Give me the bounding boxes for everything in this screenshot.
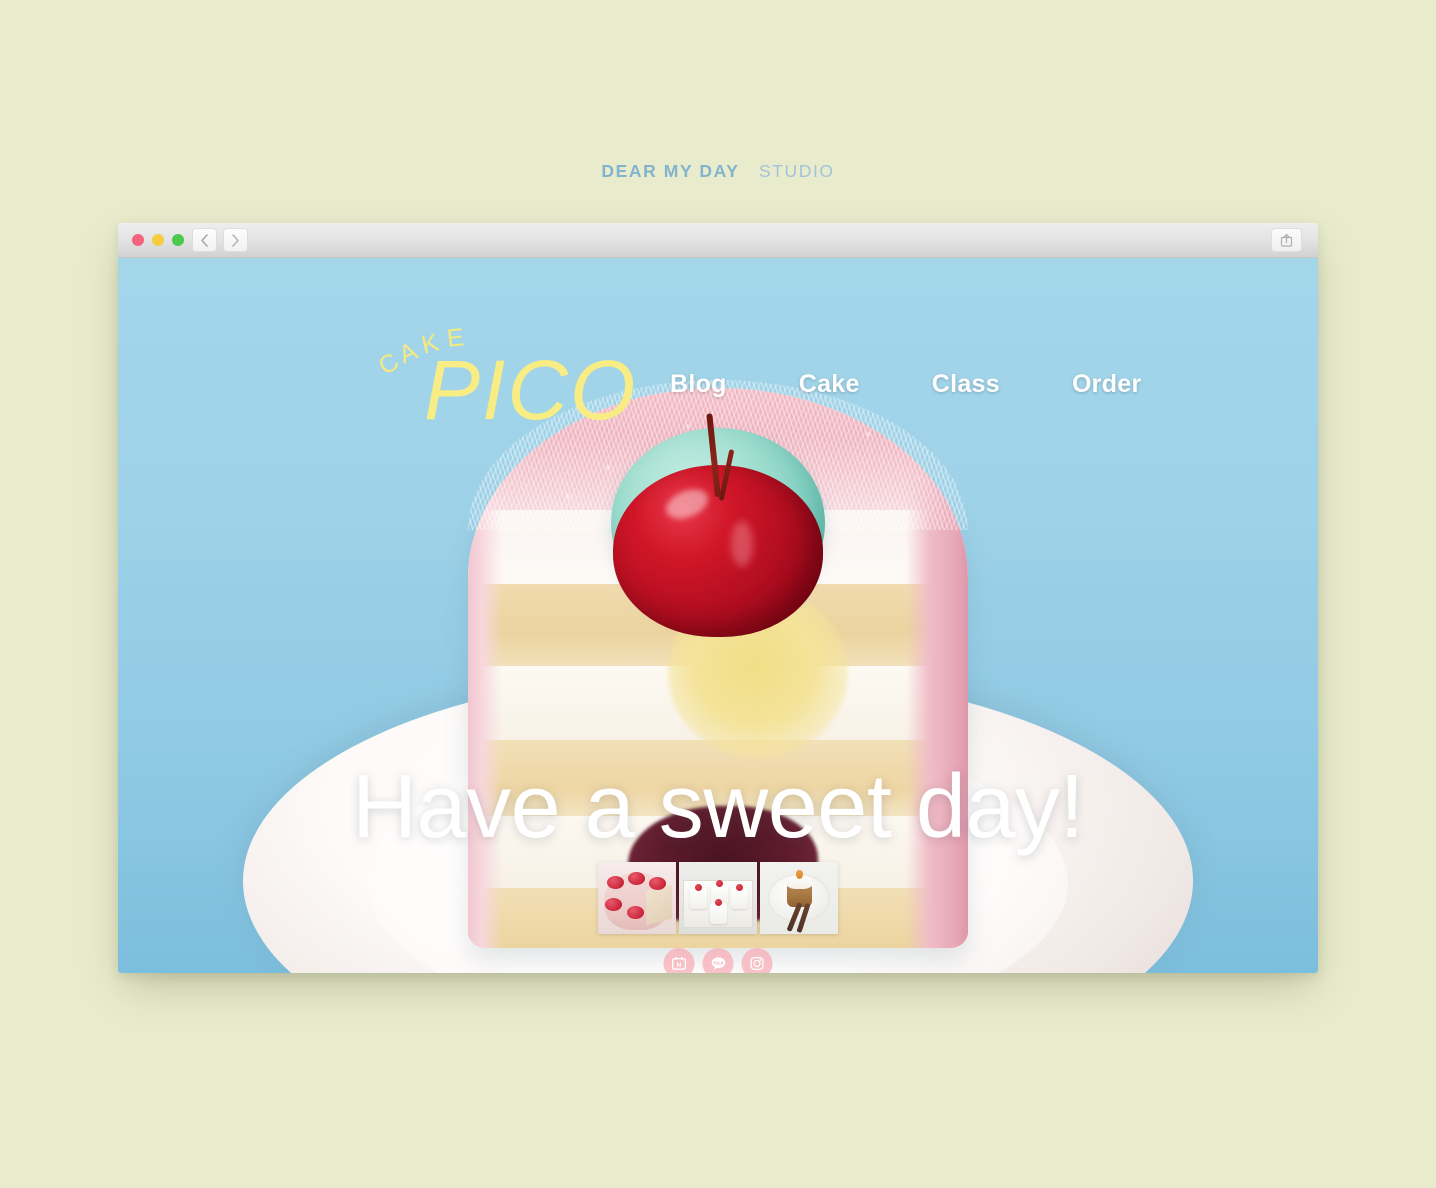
browser-window: C A K E PICO Blog Cake Class Order Have … [118,223,1318,973]
minimize-button[interactable] [152,234,164,246]
carrot-decoration [796,870,803,879]
instagram-button[interactable] [741,948,773,973]
mini-cherry-4 [715,899,722,906]
studio-header-bold: DEAR MY DAY [601,161,740,181]
share-icon [1280,233,1293,247]
traffic-lights [132,234,184,246]
instagram-icon [750,956,764,971]
cherry-highlight [661,483,713,525]
thumbnail-carrot-cupcake[interactable] [760,862,838,934]
kakaotalk-icon: TALK [711,957,725,970]
mini-cake-3 [731,888,748,909]
studio-header-light: STUDIO [758,161,835,181]
cherry-stem-lower [718,449,735,501]
mini-cherry-2 [716,880,723,887]
nav-item-order[interactable]: Order [1072,370,1142,399]
maximize-button[interactable] [172,234,184,246]
social-links: N TALK [663,948,773,973]
studio-header: DEAR MY DAY STUDIO [0,161,1436,182]
mini-cherry-1 [695,884,702,891]
close-button[interactable] [132,234,144,246]
page-canvas: DEAR MY DAY STUDIO C A K E PICO Blog Cak… [0,0,1436,1188]
hero-headline: Have a sweet day! [352,757,1084,857]
naver-blog-button[interactable]: N [663,948,695,973]
mini-cherry-3 [736,884,743,891]
cherry-highlight-secondary [731,521,753,567]
site-hero: C A K E PICO Blog Cake Class Order Have … [118,258,1318,973]
nav-item-blog[interactable]: Blog [670,370,727,399]
strawberry-4 [605,898,622,911]
logo-pico-text: PICO [424,343,638,437]
thumbnail-gallery [598,862,838,934]
mini-cake-1 [690,888,707,909]
back-button[interactable] [192,228,217,252]
kakaotalk-button[interactable]: TALK [702,948,734,973]
strawberry-3 [649,877,666,890]
site-navigation: Blog Cake Class Order [670,370,1142,399]
forward-icon [232,233,239,247]
strawberry-5 [627,906,644,919]
strawberry-2 [628,872,645,885]
strawberry-1 [607,876,624,889]
forward-button[interactable] [223,228,248,252]
back-icon [201,233,208,247]
cherry-decoration [613,413,823,637]
site-logo[interactable]: C A K E PICO [373,323,660,444]
share-button[interactable] [1271,228,1302,252]
svg-text:N: N [677,962,682,969]
navigation-buttons [192,228,248,252]
svg-text:TALK: TALK [713,960,724,965]
mini-cake-4 [710,903,727,924]
thumbnail-mini-cakes[interactable] [679,862,757,934]
strawberry-cake-slice [646,884,672,926]
browser-titlebar [118,223,1318,258]
mint-sphere-decoration [611,413,825,637]
naver-blog-icon: N [672,957,686,970]
nav-item-cake[interactable]: Cake [799,370,860,399]
thumbnail-strawberry-cake[interactable] [598,862,676,934]
nav-item-class[interactable]: Class [932,370,1000,399]
